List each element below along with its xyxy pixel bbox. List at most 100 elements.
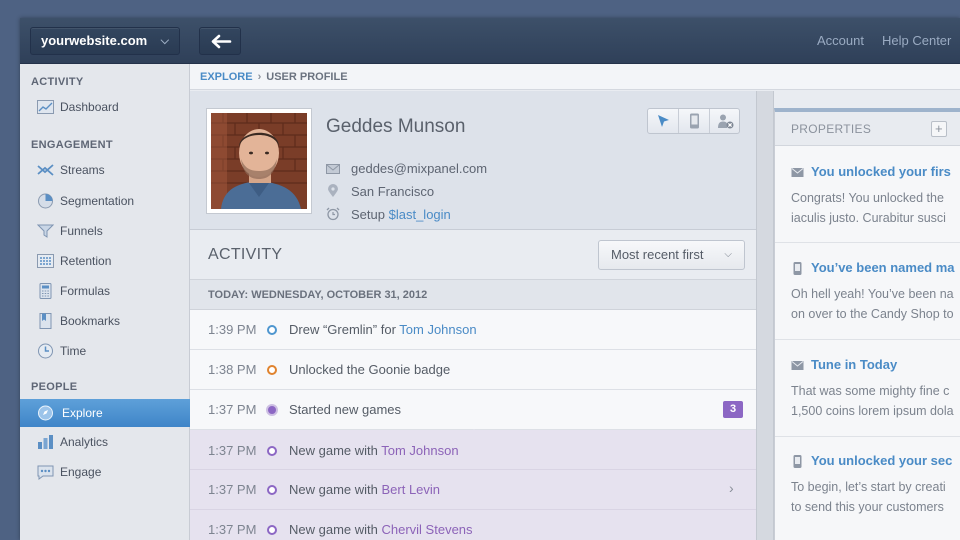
property-line: Congrats! You unlocked the (791, 191, 944, 205)
sidebar-section-people: PEOPLE (31, 381, 78, 393)
activity-text: New game with Bert Levin (289, 482, 440, 497)
activity-row[interactable]: 1:38 PM Unlocked the Goonie badge (190, 350, 756, 390)
back-button[interactable] (199, 27, 241, 55)
sidebar-item-explore[interactable]: Explore (20, 399, 190, 427)
sidebar-item-label: Retention (60, 254, 112, 268)
property-item[interactable]: You unlocked your firs Congrats! You unl… (775, 147, 960, 243)
event-dot-icon (267, 365, 277, 375)
property-title[interactable]: You unlocked your sec (811, 453, 952, 468)
sidebar-item-analytics[interactable]: Analytics (20, 429, 190, 455)
person-link[interactable]: Bert Levin (381, 482, 440, 497)
activity-text: Unlocked the Goonie badge (289, 362, 451, 377)
sidebar-item-streams[interactable]: Streams (20, 157, 190, 183)
funnel-icon (37, 224, 54, 238)
property-title[interactable]: Tune in Today (811, 357, 897, 372)
event-dot-icon (267, 485, 277, 495)
property-body: To begin, let’s start by creati to send … (791, 477, 946, 517)
last-login-link[interactable]: $last_login (389, 207, 451, 222)
activity-header: ACTIVITY Most recent first ⌵ (190, 230, 756, 280)
sidebar-item-retention[interactable]: Retention (20, 248, 190, 274)
engage-icon (37, 465, 54, 480)
property-item[interactable]: You’ve been named ma Oh hell yeah! You’v… (775, 243, 960, 340)
profile-email: geddes@mixpanel.com (351, 161, 488, 176)
profile-name: Geddes Munson (326, 116, 466, 137)
event-dot-icon (267, 446, 277, 456)
activity-row[interactable]: 1:39 PM Drew “Gremlin” for Tom Johnson (190, 310, 756, 350)
profile-card: Geddes Munson geddes@mixpanel.com San Fr… (190, 91, 756, 230)
site-selector[interactable]: yourwebsite.com ⌵ (30, 27, 180, 55)
person-link[interactable]: Chervil Stevens (381, 522, 472, 537)
sidebar-item-segmentation[interactable]: Segmentation (20, 188, 190, 214)
calculator-icon (39, 283, 52, 299)
add-property-button[interactable]: + (931, 121, 947, 137)
bookmark-icon (39, 313, 52, 329)
chevron-right-icon[interactable]: › (729, 480, 734, 496)
sidebar-item-funnels[interactable]: Funnels (20, 218, 190, 244)
sidebar-item-label: Funnels (60, 224, 103, 238)
sidebar-item-dashboard[interactable]: Dashboard (20, 94, 190, 120)
sidebar-item-label: Analytics (60, 435, 109, 449)
activity-text-prefix: Drew “Gremlin” for (289, 322, 400, 337)
phone-icon (793, 262, 802, 275)
site-selector-label: yourwebsite.com (41, 33, 148, 48)
person-link[interactable]: Tom Johnson (399, 322, 476, 337)
property-item[interactable]: Tune in Today That was some mighty fine … (775, 340, 960, 437)
properties-header: PROPERTIES + (775, 112, 960, 146)
sidebar-item-label: Segmentation (60, 194, 135, 208)
sidebar-section-engagement: ENGAGEMENT (31, 139, 113, 151)
property-body: Oh hell yeah! You’ve been na on over to … (791, 284, 954, 324)
properties-panel: PROPERTIES + You unlocked your firs Cong… (774, 108, 960, 540)
activity-subrow[interactable]: 1:37 PM New game with Tom Johnson (190, 430, 756, 470)
event-dot-icon (267, 325, 277, 335)
activity-text-prefix: New game with (289, 522, 382, 537)
send-notification-button[interactable] (648, 109, 679, 133)
phone-icon (690, 113, 699, 129)
analytics-icon (38, 435, 53, 449)
streams-icon (37, 164, 54, 176)
help-center-link[interactable]: Help Center (882, 33, 951, 48)
sidebar: ACTIVITY Dashboard ENGAGEMENT Streams Se… (20, 64, 190, 540)
chevron-down-icon: ⌵ (724, 249, 732, 260)
profile-setup: Setup $last_login (351, 207, 451, 222)
activity-row-expanded[interactable]: 1:37 PM Started new games 3 (190, 390, 756, 430)
breadcrumb-explore[interactable]: EXPLORE (200, 71, 253, 83)
sidebar-item-label: Streams (60, 163, 105, 177)
sidebar-item-label: Formulas (60, 284, 111, 298)
activity-text: Drew “Gremlin” for Tom Johnson (289, 322, 477, 337)
sidebar-item-engage[interactable]: Engage (20, 459, 190, 485)
activity-text-prefix: New game with (289, 482, 382, 497)
sidebar-item-formulas[interactable]: Formulas (20, 278, 190, 304)
property-body: Congrats! You unlocked the iaculis justo… (791, 188, 946, 228)
event-dot-icon (266, 404, 278, 416)
activity-subrow[interactable]: 1:37 PM New game with Bert Levin › (190, 470, 756, 510)
arrow-left-icon (211, 34, 232, 49)
send-mobile-button[interactable] (679, 109, 710, 133)
delete-user-button[interactable] (710, 109, 741, 133)
activity-time: 1:37 PM (208, 522, 257, 537)
sidebar-section-activity: ACTIVITY (31, 76, 84, 88)
sidebar-item-time[interactable]: Time (20, 338, 190, 364)
property-line: Oh hell yeah! You’ve been na (791, 287, 954, 301)
mail-icon (791, 168, 804, 177)
top-bar: yourwebsite.com ⌵ Account Help Center (20, 18, 960, 64)
sidebar-item-label: Time (60, 344, 87, 358)
person-link[interactable]: Tom Johnson (381, 443, 458, 458)
retention-icon (37, 254, 54, 268)
breadcrumb-current: USER PROFILE (266, 71, 348, 83)
remove-user-icon (718, 114, 734, 129)
property-line: to send this your customers (791, 500, 944, 514)
activity-subrow[interactable]: 1:37 PM New game with Chervil Stevens (190, 510, 756, 540)
property-title[interactable]: You’ve been named ma (811, 260, 955, 275)
event-count-badge: 3 (723, 401, 743, 418)
property-item[interactable]: You unlocked your sec To begin, let’s st… (775, 437, 960, 540)
sidebar-item-bookmarks[interactable]: Bookmarks (20, 308, 190, 334)
sort-dropdown[interactable]: Most recent first ⌵ (598, 240, 745, 270)
property-line: iaculis justo. Curabitur susci (791, 211, 946, 225)
account-link[interactable]: Account (817, 33, 864, 48)
sidebar-item-label: Explore (62, 406, 103, 420)
mail-icon (791, 361, 804, 370)
cursor-icon (658, 115, 669, 127)
date-header: TODAY: WEDNESDAY, OCTOBER 31, 2012 (190, 280, 756, 310)
property-title[interactable]: You unlocked your firs (811, 164, 951, 179)
phone-icon (793, 455, 802, 468)
